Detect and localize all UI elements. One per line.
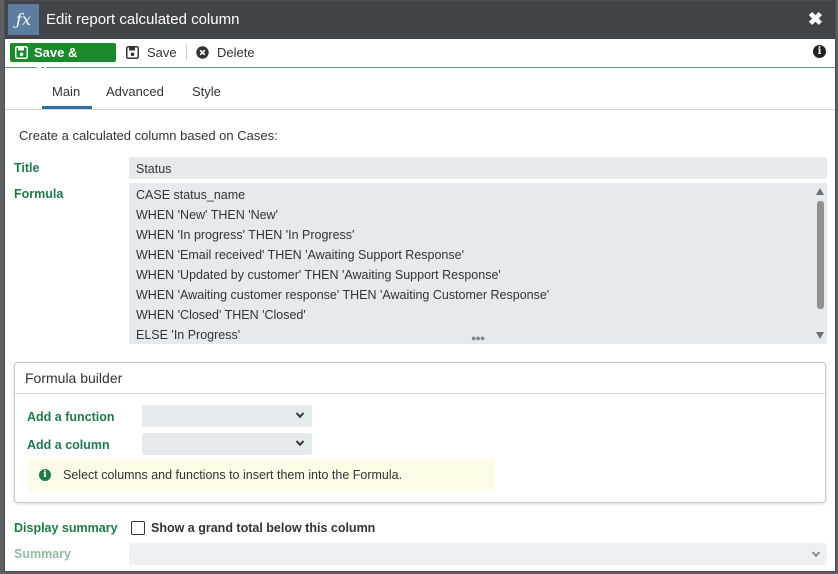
tab-main[interactable]: Main [52,84,80,99]
formula-line: ELSE 'In Progress' [136,328,241,342]
grand-total-checkbox[interactable] [131,521,145,535]
formula-label: Formula [14,187,64,201]
add-function-label: Add a function [27,410,115,424]
title-bar: ƒx Edit report calculated column ✖ [5,1,835,39]
delete-button[interactable]: Delete [196,43,264,62]
scroll-up-arrow-icon[interactable] [816,188,824,195]
scrollbar-thumb[interactable] [817,201,824,309]
formula-line: WHEN 'In progress' THEN 'In Progress' [136,228,355,242]
delete-icon [196,46,209,59]
chevron-down-icon [811,551,821,558]
dialog-title: Edit report calculated column [46,11,240,28]
scroll-down-arrow-icon[interactable] [816,332,824,339]
formula-line: WHEN 'Updated by customer' THEN 'Awaitin… [136,268,501,282]
hint-text: Select columns and functions to insert t… [63,468,403,482]
fx-icon: ƒx [8,4,39,35]
formula-content: CASE status_name WHEN 'New' THEN 'New' W… [136,189,549,349]
save-button[interactable]: Save [126,43,180,62]
add-function-select[interactable] [142,405,312,427]
save-label: Save [147,45,177,60]
title-value: Status [136,162,172,176]
delete-label: Delete [217,45,255,60]
formula-builder-header: Formula builder [15,363,825,394]
formula-line: WHEN 'Closed' THEN 'Closed' [136,308,306,322]
edit-calculated-column-dialog: ƒx Edit report calculated column ✖ Save … [4,0,836,572]
save-and-close-button[interactable]: Save & Close [10,43,116,79]
add-column-select[interactable] [142,433,312,455]
formula-line: WHEN 'New' THEN 'New' [136,208,278,222]
tab-bar: Main Advanced Style [5,67,835,110]
display-summary-label: Display summary [14,521,118,535]
formula-textarea[interactable]: CASE status_name WHEN 'New' THEN 'New' W… [129,183,827,344]
close-icon[interactable]: ✖ [808,9,823,29]
grand-total-checkbox-label[interactable]: Show a grand total below this column [151,521,375,535]
save-icon [15,46,28,59]
resize-handle-icon[interactable]: ●●● [471,333,485,343]
save-icon [126,46,139,59]
toolbar-divider [186,45,187,60]
tab-advanced[interactable]: Advanced [106,84,164,99]
info-icon: i [39,469,51,481]
toolbar: Save & Close Save Delete i [5,39,835,79]
formula-line: WHEN 'Awaiting customer response' THEN '… [136,288,550,302]
formula-line: CASE status_name [136,188,246,202]
intro-text: Create a calculated column based on Case… [19,128,278,143]
active-tab-indicator [42,106,92,109]
formula-builder-panel: Formula builder Add a function Add a col… [14,362,826,503]
formula-scrollbar[interactable] [813,183,827,344]
info-icon[interactable]: i [813,45,826,58]
summary-label: Summary [14,547,71,561]
title-label: Title [14,161,40,175]
chevron-down-icon [295,440,305,447]
title-field[interactable]: Status [129,157,827,179]
chevron-down-icon [295,412,305,419]
summary-select[interactable] [129,543,827,565]
add-column-label: Add a column [27,438,110,452]
builder-hint: i Select columns and functions to insert… [28,459,495,491]
formula-builder-title: Formula builder [25,370,123,386]
tab-style[interactable]: Style [192,84,221,99]
formula-line: WHEN 'Email received' THEN 'Awaiting Sup… [136,248,464,262]
